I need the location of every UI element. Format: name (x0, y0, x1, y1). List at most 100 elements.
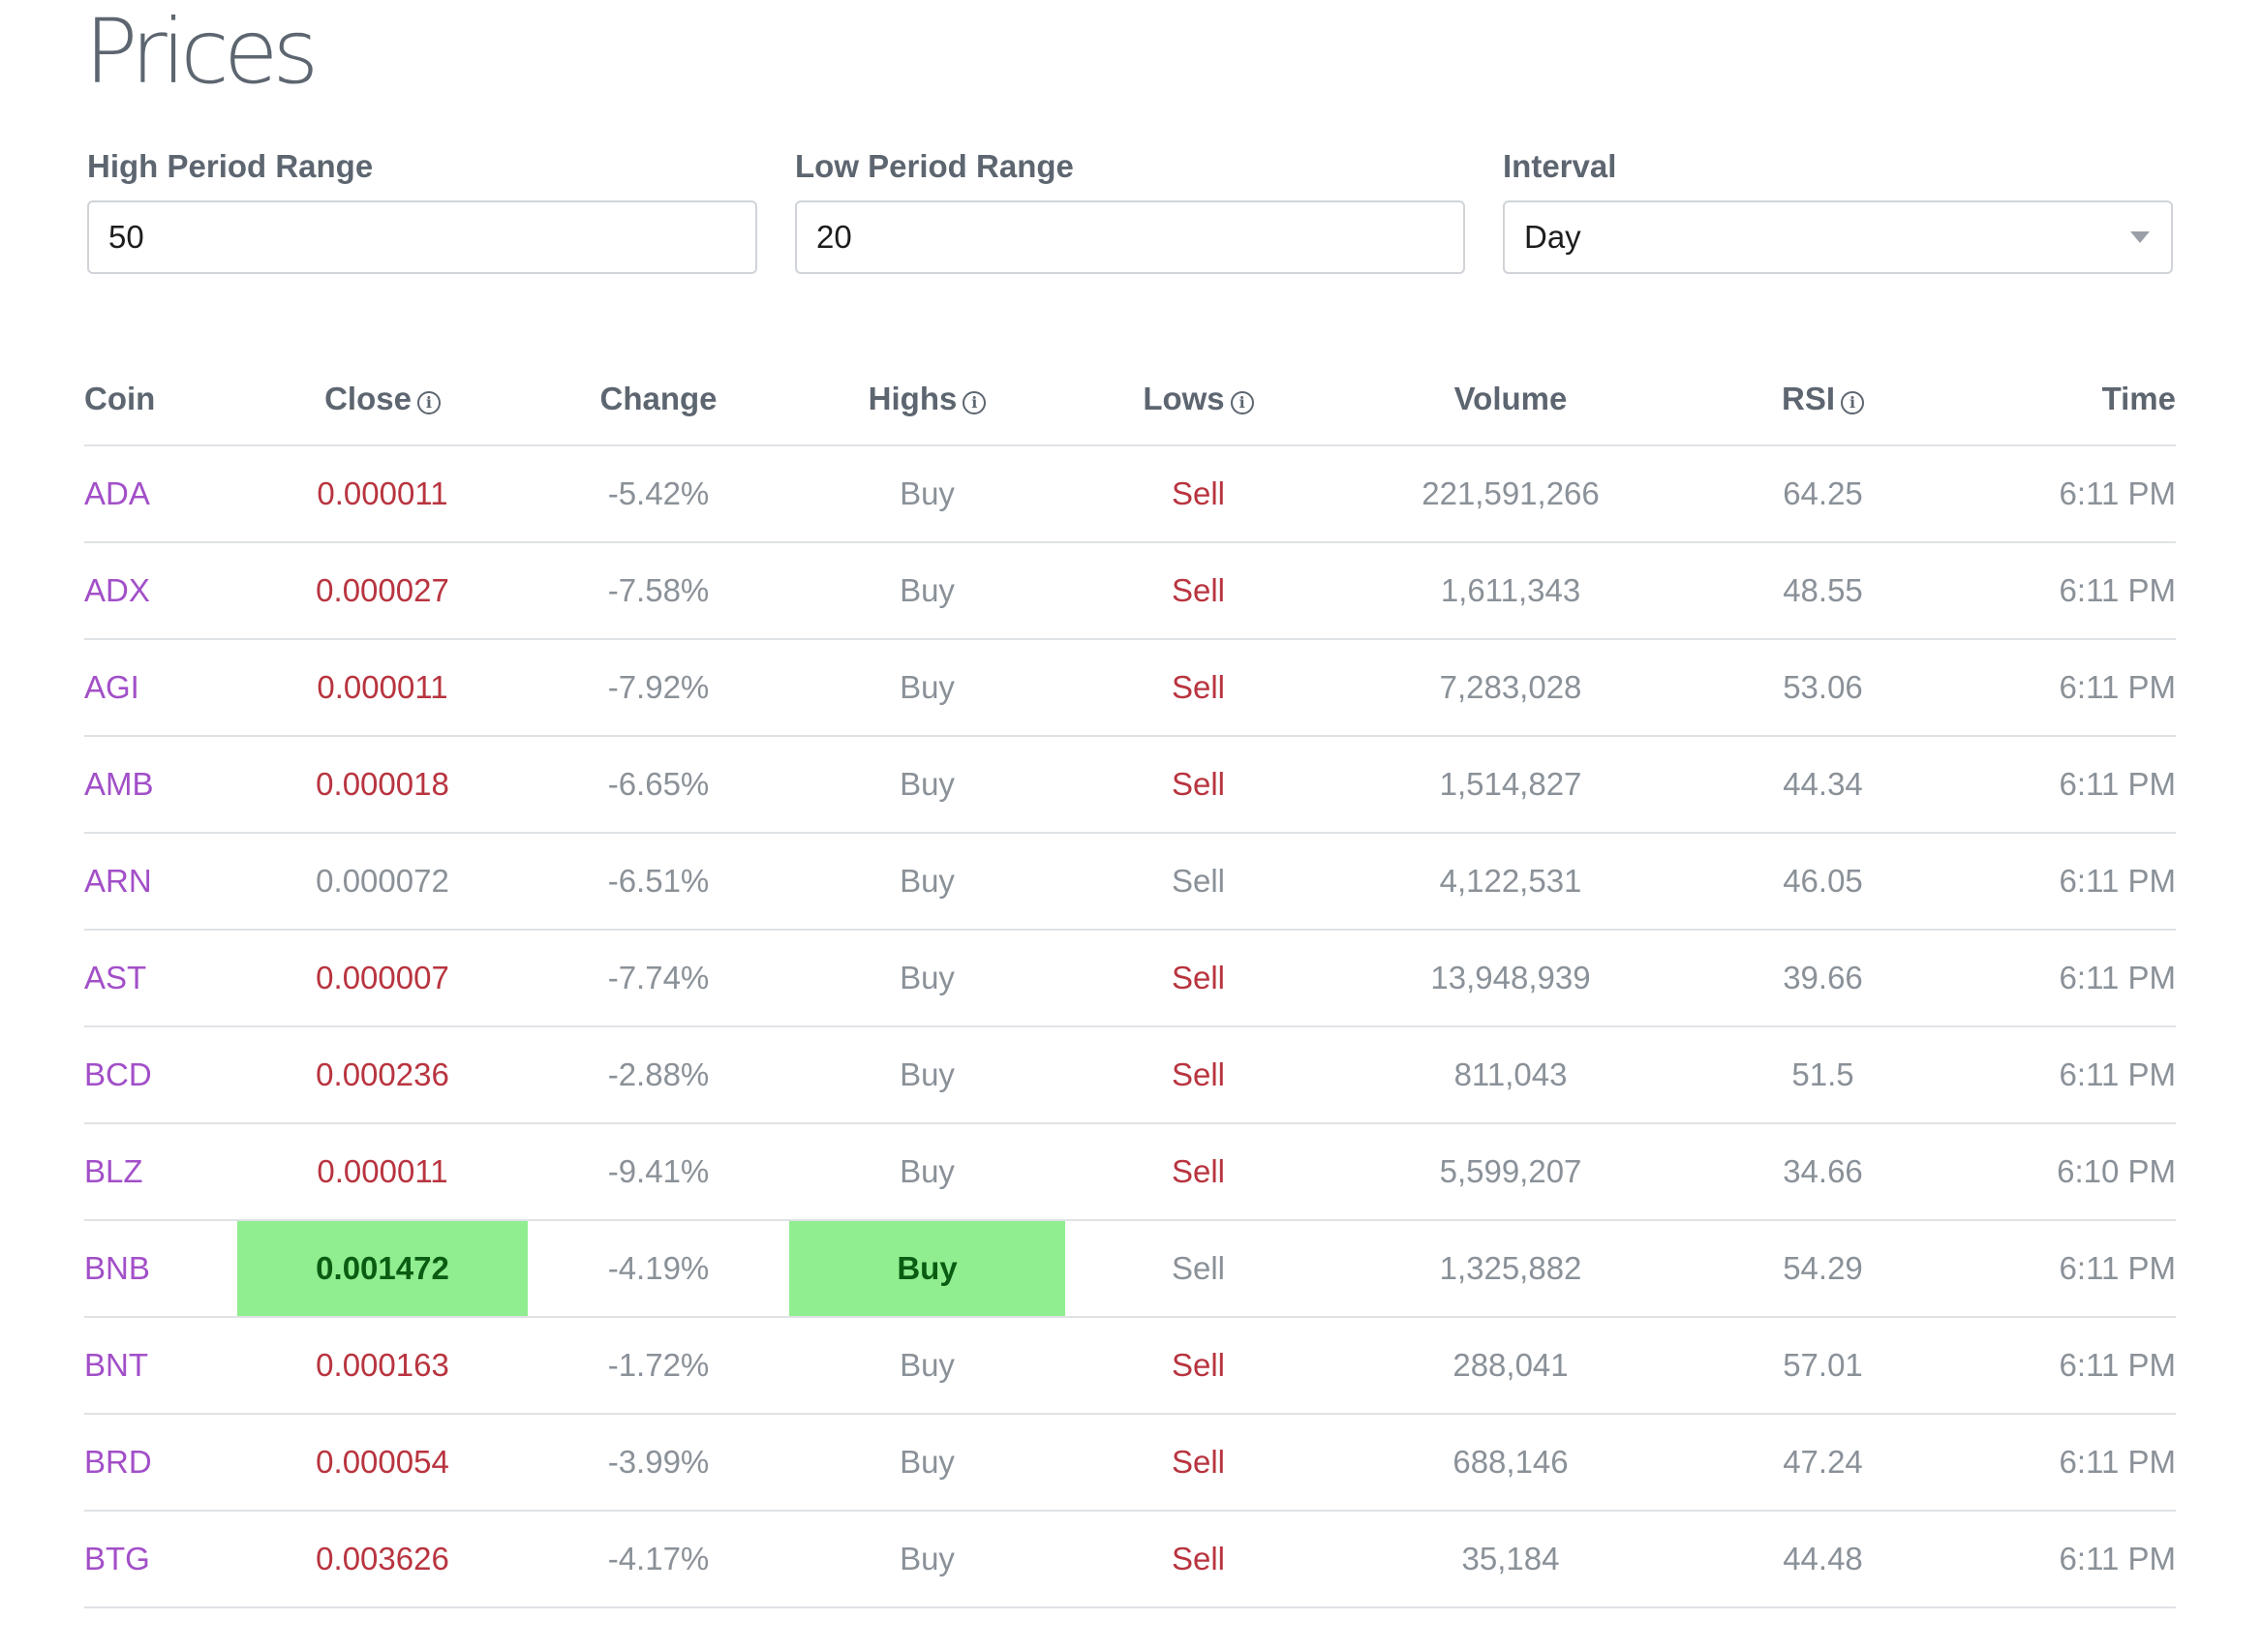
change-cell: -1.72% (528, 1317, 789, 1415)
prices-table-container: Coin Close i Change Highs i Lows i Volume R… (84, 353, 2176, 1608)
lows-signal: Sell (1065, 1026, 1331, 1124)
change-cell: -4.19% (528, 1220, 789, 1318)
table-row[interactable]: AGI 0.000011 -7.92% Buy Sell 7,283,028 53.06 6:… (84, 639, 2176, 737)
time-cell: 6:11 PM (1956, 542, 2176, 640)
lows-signal: Sell (1065, 736, 1331, 834)
header-change[interactable]: Change (528, 353, 789, 446)
rsi-cell: 39.66 (1690, 930, 1956, 1027)
interval-select[interactable]: Day (1503, 200, 2173, 274)
header-highs-label: Highs (868, 381, 958, 416)
table-row[interactable]: AMB 0.000018 -6.65% Buy Sell 1,514,827 44.34 6:… (84, 736, 2176, 834)
coin-link[interactable]: BTG (84, 1511, 237, 1608)
low-period-input[interactable] (795, 200, 1465, 274)
lows-signal: Sell (1065, 1414, 1331, 1512)
lows-signal: Sell (1065, 542, 1331, 640)
high-period-label: High Period Range (87, 148, 374, 184)
close-cell: 0.000027 (237, 542, 528, 640)
coin-link[interactable]: AST (84, 930, 237, 1027)
highs-signal: Buy (789, 1414, 1065, 1512)
coin-link[interactable]: AGI (84, 639, 237, 737)
rsi-cell: 44.48 (1690, 1511, 1956, 1608)
coin-link[interactable]: BNT (84, 1317, 237, 1415)
coin-link[interactable]: ADX (84, 542, 237, 640)
header-coin[interactable]: Coin (84, 353, 237, 446)
coin-link[interactable]: BRD (84, 1414, 237, 1512)
close-cell: 0.000018 (237, 736, 528, 834)
info-icon[interactable]: i (963, 391, 987, 414)
info-icon[interactable]: i (1230, 391, 1254, 414)
highs-signal: Buy (789, 833, 1065, 931)
info-icon[interactable]: i (1841, 391, 1864, 414)
volume-cell: 13,948,939 (1331, 930, 1690, 1027)
rsi-cell: 53.06 (1690, 639, 1956, 737)
volume-cell: 688,146 (1331, 1414, 1690, 1512)
highs-signal: Buy (789, 1026, 1065, 1124)
time-cell: 6:11 PM (1956, 1220, 2176, 1318)
header-volume[interactable]: Volume (1331, 353, 1690, 446)
highs-signal: Buy (789, 1317, 1065, 1415)
interval-filter: Interval Day (1503, 147, 2173, 274)
header-time[interactable]: Time (1956, 353, 2176, 446)
coin-link[interactable]: BNB (84, 1220, 237, 1318)
interval-selected-value: Day (1524, 219, 1581, 255)
rsi-cell: 48.55 (1690, 542, 1956, 640)
lows-signal: Sell (1065, 445, 1331, 543)
lows-signal: Sell (1065, 639, 1331, 737)
table-row[interactable]: ARN 0.000072 -6.51% Buy Sell 4,122,531 46.05 6:… (84, 833, 2176, 931)
table-row[interactable]: BNB 0.001472 -4.19% Buy Sell 1,325,882 54.29 6:… (84, 1220, 2176, 1318)
time-cell: 6:11 PM (1956, 930, 2176, 1027)
header-lows[interactable]: Lows i (1065, 353, 1331, 446)
header-rsi-label: RSI (1781, 381, 1835, 416)
high-period-input[interactable] (87, 200, 757, 274)
volume-cell: 35,184 (1331, 1511, 1690, 1608)
highs-signal: Buy (789, 1220, 1065, 1318)
highs-signal: Buy (789, 930, 1065, 1027)
time-cell: 6:11 PM (1956, 639, 2176, 737)
lows-signal: Sell (1065, 1220, 1331, 1318)
time-cell: 6:11 PM (1956, 833, 2176, 931)
interval-label: Interval (1503, 148, 1617, 184)
time-cell: 6:10 PM (1956, 1123, 2176, 1221)
chevron-down-icon (2130, 231, 2150, 243)
close-cell: 0.000007 (237, 930, 528, 1027)
change-cell: -7.92% (528, 639, 789, 737)
highs-signal: Buy (789, 639, 1065, 737)
highs-signal: Buy (789, 445, 1065, 543)
header-rsi[interactable]: RSI i (1690, 353, 1956, 446)
rsi-cell: 54.29 (1690, 1220, 1956, 1318)
highs-signal: Buy (789, 736, 1065, 834)
lows-signal: Sell (1065, 1511, 1331, 1608)
rsi-cell: 34.66 (1690, 1123, 1956, 1221)
coin-link[interactable]: BCD (84, 1026, 237, 1124)
table-row[interactable]: AST 0.000007 -7.74% Buy Sell 13,948,939 39.66 6… (84, 930, 2176, 1027)
page-title: Prices (84, 0, 319, 104)
table-row[interactable]: BNT 0.000163 -1.72% Buy Sell 288,041 57.01 6:11… (84, 1317, 2176, 1415)
table-row[interactable]: ADX 0.000027 -7.58% Buy Sell 1,611,343 48.55 6:… (84, 542, 2176, 640)
close-cell: 0.003626 (237, 1511, 528, 1608)
table-body: ADA 0.000011 -5.42% Buy Sell 221,591,266 64.25… (84, 445, 2176, 1608)
header-highs[interactable]: Highs i (789, 353, 1065, 446)
change-cell: -2.88% (528, 1026, 789, 1124)
close-cell: 0.000163 (237, 1317, 528, 1415)
volume-cell: 1,611,343 (1331, 542, 1690, 640)
highs-signal: Buy (789, 542, 1065, 640)
close-cell: 0.000011 (237, 639, 528, 737)
prices-table: Coin Close i Change Highs i Lows i Volume R… (84, 353, 2176, 1608)
header-lows-label: Lows (1143, 381, 1225, 416)
info-icon[interactable]: i (416, 391, 441, 414)
table-row[interactable]: BLZ 0.000011 -9.41% Buy Sell 5,599,207 34.66 6:… (84, 1123, 2176, 1221)
table-row[interactable]: BTG 0.003626 -4.17% Buy Sell 35,184 44.48 6:11 … (84, 1511, 2176, 1608)
table-row[interactable]: BRD 0.000054 -3.99% Buy Sell 688,146 47.24 6:11… (84, 1414, 2176, 1512)
table-row[interactable]: BCD 0.000236 -2.88% Buy Sell 811,043 51.5 6:11 … (84, 1026, 2176, 1124)
volume-cell: 5,599,207 (1331, 1123, 1690, 1221)
filters-bar: High Period Range Low Period Range Inter… (87, 147, 2176, 275)
header-time-label: Time (2101, 381, 2176, 416)
time-cell: 6:11 PM (1956, 1026, 2176, 1124)
table-row[interactable]: ADA 0.000011 -5.42% Buy Sell 221,591,266 64.25… (84, 445, 2176, 543)
coin-link[interactable]: AMB (84, 736, 237, 834)
coin-link[interactable]: BLZ (84, 1123, 237, 1221)
header-close[interactable]: Close i (237, 353, 528, 446)
coin-link[interactable]: ADA (84, 445, 237, 543)
volume-cell: 288,041 (1331, 1317, 1690, 1415)
coin-link[interactable]: ARN (84, 833, 237, 931)
